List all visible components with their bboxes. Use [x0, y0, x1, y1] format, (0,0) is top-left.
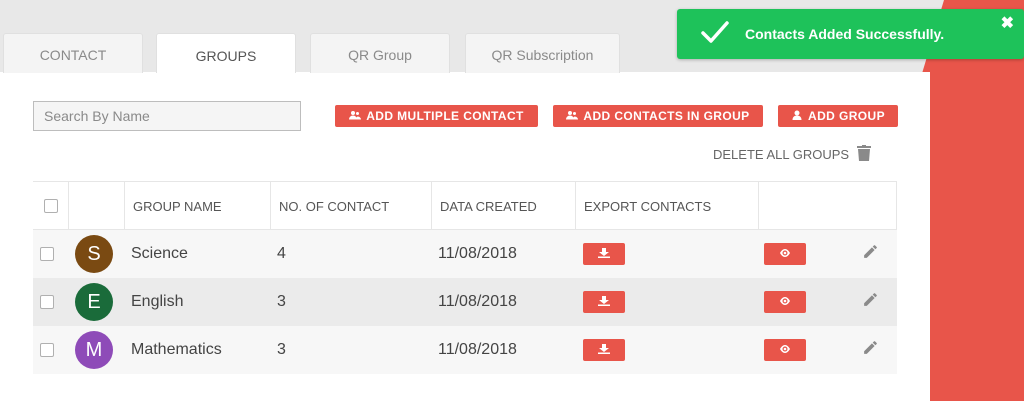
delete-all-groups-button[interactable]: DELETE ALL GROUPS — [713, 145, 872, 164]
pencil-icon[interactable] — [862, 291, 879, 313]
tab-qr-subscription-label: QR Subscription — [491, 46, 594, 63]
date-created: 11/08/2018 — [438, 245, 517, 262]
view-button[interactable] — [764, 339, 806, 361]
header-export-contacts: EXPORT CONTACTS — [575, 182, 758, 230]
row-checkbox-cell — [40, 326, 54, 374]
tab-groups[interactable]: GROUPS — [156, 33, 296, 77]
edit-cell — [862, 278, 879, 326]
avatar: S — [75, 235, 113, 273]
add-multiple-contact-label: ADD MULTIPLE CONTACT — [366, 109, 524, 123]
table-header: GROUP NAME NO. OF CONTACT DATA CREATED E… — [33, 181, 897, 230]
date-created: 11/08/2018 — [438, 293, 517, 310]
tab-qr-subscription[interactable]: QR Subscription — [465, 33, 620, 75]
download-icon — [598, 293, 610, 311]
avatar-cell: E — [75, 278, 113, 326]
export-cell — [583, 230, 625, 278]
edit-cell — [862, 326, 879, 374]
export-button[interactable] — [583, 243, 625, 265]
group-name: Science — [131, 245, 188, 262]
tab-contact[interactable]: CONTACT — [3, 33, 143, 75]
row-checkbox-cell — [40, 278, 54, 326]
select-all-checkbox[interactable] — [43, 199, 58, 213]
checkmark-icon — [677, 20, 729, 49]
users-icon — [566, 109, 579, 123]
toast-message: Contacts Added Successfully. — [745, 26, 945, 42]
contact-count: 3 — [277, 341, 286, 358]
trash-icon — [857, 145, 872, 164]
avatar: M — [75, 331, 113, 369]
download-icon — [598, 245, 610, 263]
avatar-cell: M — [75, 326, 113, 374]
row-checkbox-cell — [40, 230, 54, 278]
header-data-created: DATA CREATED — [431, 182, 575, 230]
header-avatar-cell — [68, 182, 124, 230]
toast-close-icon[interactable]: ✖ — [1001, 13, 1014, 33]
view-cell — [764, 230, 806, 278]
avatar: E — [75, 283, 113, 321]
add-group-button[interactable]: ADD GROUP — [778, 105, 898, 127]
download-icon — [598, 341, 610, 359]
pencil-icon[interactable] — [862, 243, 879, 265]
eye-icon — [779, 341, 791, 359]
header-select-all-cell — [33, 182, 68, 230]
view-cell — [764, 326, 806, 374]
row-checkbox[interactable] — [40, 247, 54, 261]
groups-table: GROUP NAME NO. OF CONTACT DATA CREATED E… — [33, 181, 897, 374]
table-row: M Mathematics 3 11/08/2018 — [33, 326, 897, 374]
success-toast: Contacts Added Successfully. ✖ — [677, 9, 1024, 59]
add-contacts-in-group-label: ADD CONTACTS IN GROUP — [583, 109, 750, 123]
row-checkbox[interactable] — [40, 295, 54, 309]
export-button[interactable] — [583, 291, 625, 313]
view-button[interactable] — [764, 291, 806, 313]
users-icon — [349, 109, 362, 123]
group-name: Mathematics — [131, 341, 222, 358]
view-button[interactable] — [764, 243, 806, 265]
export-button[interactable] — [583, 339, 625, 361]
export-cell — [583, 278, 625, 326]
add-contacts-in-group-button[interactable]: ADD CONTACTS IN GROUP — [553, 105, 763, 127]
contact-count: 3 — [277, 293, 286, 310]
tab-groups-label: GROUPS — [195, 47, 257, 64]
export-cell — [583, 326, 625, 374]
search-input[interactable] — [33, 101, 301, 131]
header-no-of-contact: NO. OF CONTACT — [270, 182, 431, 230]
delete-all-groups-label: DELETE ALL GROUPS — [713, 147, 850, 162]
group-name: English — [131, 293, 184, 310]
add-group-label: ADD GROUP — [808, 109, 885, 123]
avatar-cell: S — [75, 230, 113, 278]
table-row: S Science 4 11/08/2018 — [33, 230, 897, 278]
pencil-icon[interactable] — [862, 339, 879, 361]
row-checkbox[interactable] — [40, 343, 54, 357]
add-multiple-contact-button[interactable]: ADD MULTIPLE CONTACT — [335, 105, 538, 127]
header-group-name: GROUP NAME — [124, 182, 270, 230]
header-actions-cell — [758, 182, 897, 230]
eye-icon — [779, 245, 791, 263]
contact-count: 4 — [277, 245, 286, 262]
edit-cell — [862, 230, 879, 278]
tab-qr-group[interactable]: QR Group — [310, 33, 450, 75]
table-row: E English 3 11/08/2018 — [33, 278, 897, 326]
view-cell — [764, 278, 806, 326]
date-created: 11/08/2018 — [438, 341, 517, 358]
tab-contact-label: CONTACT — [39, 46, 107, 63]
eye-icon — [779, 293, 791, 311]
tab-qr-group-label: QR Group — [348, 46, 412, 63]
user-icon — [791, 109, 803, 123]
